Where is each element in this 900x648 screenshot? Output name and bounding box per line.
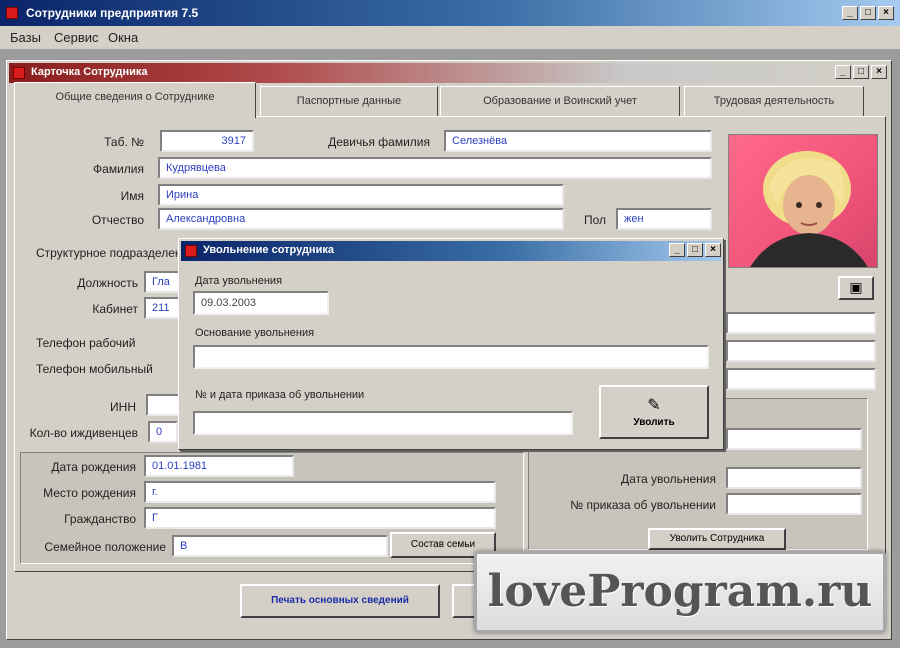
- dialog-order-label: № и дата приказа об увольнении: [195, 389, 365, 401]
- menu-bar: Базы Сервис Окна: [0, 26, 900, 50]
- dismiss-employee-label: Уволить Сотрудника: [669, 533, 765, 544]
- dialog-maximize-icon[interactable]: □: [687, 243, 703, 257]
- camera-icon: ▣: [849, 279, 863, 295]
- pen-icon: ✎: [647, 397, 661, 414]
- position-label: Должность: [77, 276, 138, 290]
- dialog-order-field[interactable]: [193, 411, 573, 435]
- dismissal-dialog-title: Увольнение сотрудника: [203, 244, 334, 256]
- dialog-reason-label: Основание увольнения: [195, 327, 315, 339]
- inn-label: ИНН: [110, 400, 136, 414]
- citizenship-label: Гражданство: [64, 512, 136, 526]
- tab-education[interactable]: Образование и Воинский учет: [440, 86, 680, 116]
- tab-passport-label: Паспортные данные: [296, 95, 402, 107]
- close-icon[interactable]: ×: [878, 6, 894, 20]
- dismissal-dialog-title-bar: Увольнение сотрудника _ □ ×: [181, 241, 721, 261]
- print-basic-info-label: Печать основных сведений: [271, 595, 409, 606]
- dependents-label: Кол-во иждивенцев: [29, 426, 138, 440]
- dismissal-date-field[interactable]: [726, 467, 862, 489]
- right-field-1[interactable]: [726, 312, 876, 334]
- marital-label: Семейное положение: [44, 540, 166, 554]
- name-field[interactable]: Ирина: [158, 184, 564, 206]
- menu-item-bases[interactable]: Базы: [10, 30, 41, 45]
- tab-work[interactable]: Трудовая деятельность: [684, 86, 864, 116]
- patronymic-field[interactable]: Александровна: [158, 208, 564, 230]
- tab-general-label: Общие сведения о Сотруднике: [55, 91, 215, 103]
- dialog-minimize-icon[interactable]: _: [669, 243, 685, 257]
- tab-education-label: Образование и Воинский учет: [483, 95, 637, 107]
- dependents-field[interactable]: 0: [148, 421, 178, 443]
- dismissal-date-label: Дата увольнения: [621, 472, 716, 486]
- marital-field[interactable]: В: [172, 535, 388, 557]
- right-lower-field[interactable]: [726, 428, 862, 450]
- watermark-text: loveProgram.ru: [487, 566, 873, 617]
- employee-photo: [728, 134, 878, 268]
- menu-item-service[interactable]: Сервис: [54, 30, 99, 45]
- tab-passport[interactable]: Паспортные данные: [260, 86, 438, 116]
- tab-general[interactable]: Общие сведения о Сотруднике: [14, 82, 256, 118]
- birth-place-label: Место рождения: [43, 486, 136, 500]
- dialog-date-field[interactable]: 09.03.2003: [193, 291, 329, 315]
- dismissal-order-field[interactable]: [726, 493, 862, 515]
- maiden-name-field[interactable]: Селезнёва: [444, 130, 712, 152]
- employee-portrait: [750, 151, 868, 267]
- office-label: Кабинет: [92, 302, 138, 316]
- dismiss-employee-button[interactable]: Уволить Сотрудника: [648, 528, 786, 550]
- dialog-dismiss-button[interactable]: ✎ Уволить: [599, 385, 709, 439]
- division-label: Структурное подразделение: [36, 246, 195, 260]
- dialog-date-label: Дата увольнения: [195, 275, 283, 287]
- sex-label: Пол: [583, 213, 606, 227]
- phone-work-label: Телефон рабочий: [36, 336, 136, 350]
- card-icon: [13, 67, 25, 79]
- birth-date-label: Дата рождения: [51, 460, 136, 474]
- watermark: loveProgram.ru: [474, 551, 886, 633]
- birth-date-field[interactable]: 01.01.1981: [144, 455, 294, 477]
- birth-place-field[interactable]: г.: [144, 481, 496, 503]
- photo-load-button[interactable]: ▣: [838, 276, 874, 300]
- child-close-icon[interactable]: ×: [871, 65, 887, 79]
- app-icon: [6, 7, 18, 19]
- maiden-name-label: Девичья фамилия: [328, 135, 430, 149]
- tab-number-field[interactable]: 3917: [160, 130, 254, 152]
- patronymic-label: Отчество: [91, 213, 144, 227]
- child-minimize-icon[interactable]: _: [835, 65, 851, 79]
- right-field-3[interactable]: [726, 368, 876, 390]
- minimize-icon[interactable]: _: [842, 6, 858, 20]
- maximize-icon[interactable]: □: [860, 6, 876, 20]
- dialog-icon: [185, 245, 197, 257]
- app-title: Сотрудники предприятия 7.5: [26, 6, 199, 20]
- dialog-reason-field[interactable]: [193, 345, 709, 369]
- menu-item-windows[interactable]: Окна: [108, 30, 138, 45]
- dismissal-dialog: Увольнение сотрудника _ □ × Дата увольне…: [178, 238, 724, 450]
- employee-card-title-bar: Карточка Сотрудника _ □ ×: [9, 63, 889, 83]
- family-button-label: Состав семьи: [410, 539, 476, 550]
- surname-label: Фамилия: [93, 162, 144, 176]
- name-label: Имя: [120, 189, 144, 203]
- right-field-2[interactable]: [726, 340, 876, 362]
- phone-mobile-label: Телефон мобильный: [36, 362, 153, 376]
- dismissal-order-label: № приказа об увольнении: [570, 498, 716, 512]
- dialog-close-icon[interactable]: ×: [705, 243, 721, 257]
- surname-field[interactable]: Кудрявцева: [158, 157, 712, 179]
- dialog-dismiss-label: Уволить: [633, 417, 675, 428]
- app-title-bar: Сотрудники предприятия 7.5 _ □ ×: [0, 0, 900, 26]
- citizenship-field[interactable]: Г: [144, 507, 496, 529]
- sex-field[interactable]: жен: [616, 208, 712, 230]
- print-basic-info-button[interactable]: Печать основных сведений: [240, 584, 440, 618]
- tab-number-label: Таб. №: [104, 135, 144, 149]
- tab-work-label: Трудовая деятельность: [713, 95, 835, 107]
- child-maximize-icon[interactable]: □: [853, 65, 869, 79]
- employee-card-title: Карточка Сотрудника: [31, 66, 148, 78]
